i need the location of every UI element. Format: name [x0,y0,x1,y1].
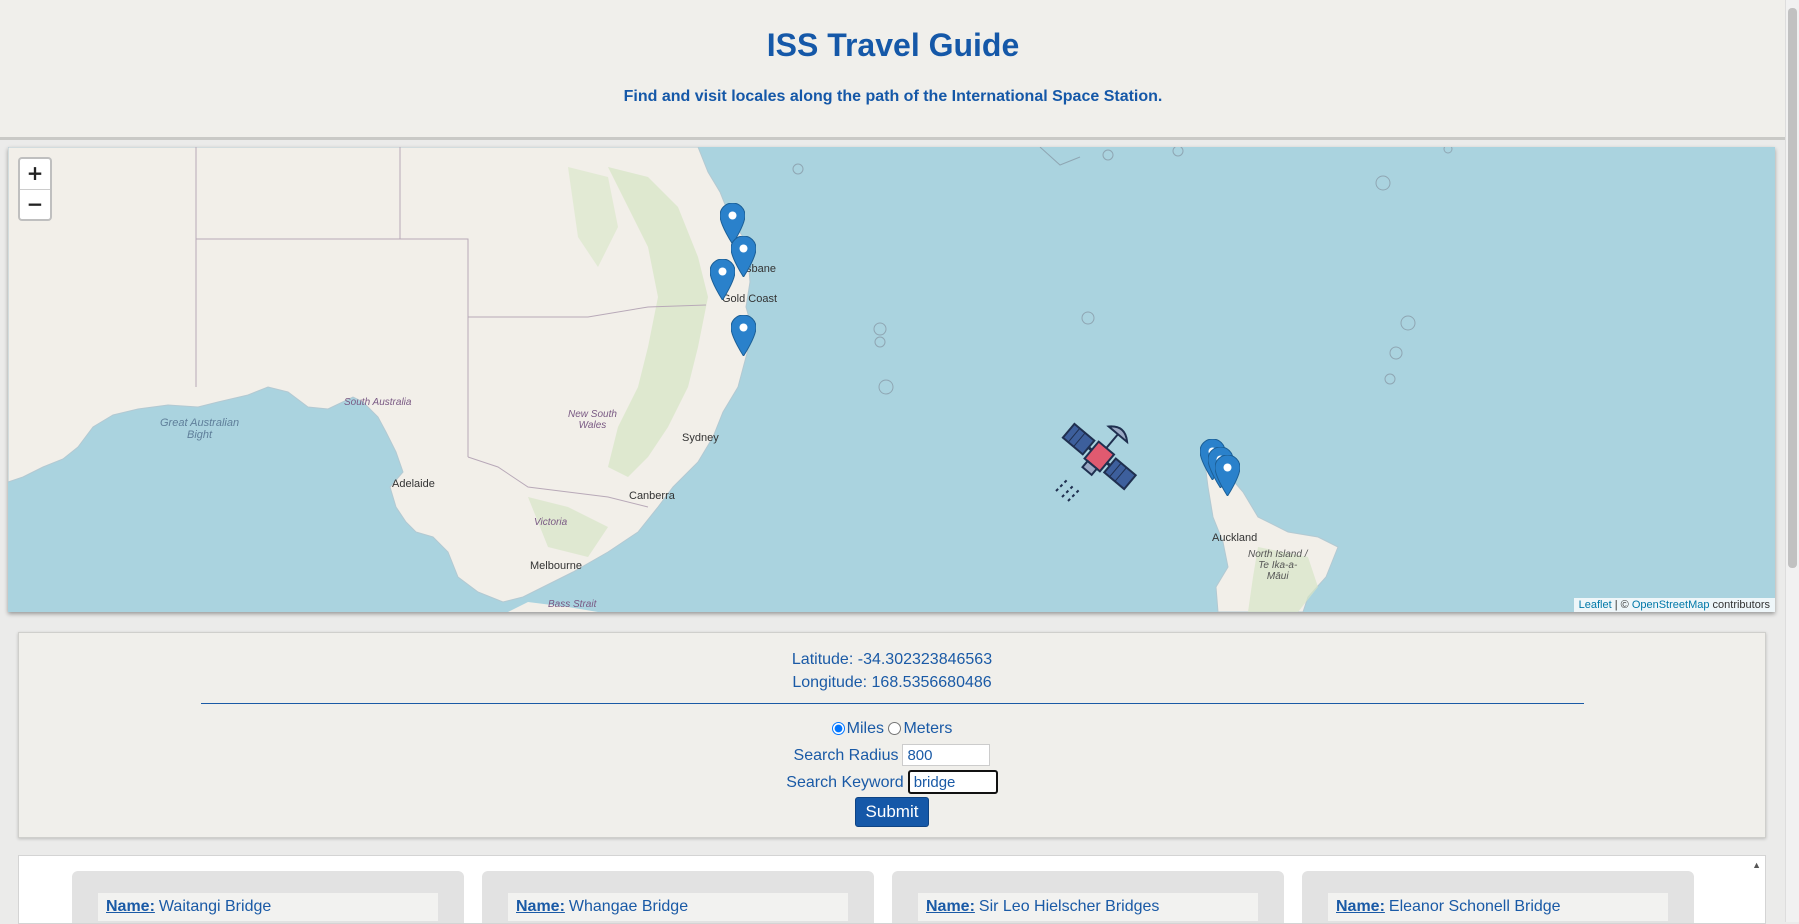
keyword-row: Search Keyword [19,770,1765,794]
latitude-label: Latitude: [791,651,854,668]
submit-button[interactable]: Submit [855,797,929,827]
map-label-sydney: Sydney [682,432,719,444]
map-label-bass-strait: Bass Strait [548,599,597,610]
satellite-icon [1055,422,1138,502]
radius-row: Search Radius [19,744,1765,766]
map-label-auckland: Auckland [1212,532,1258,544]
result-card[interactable]: Name: Whangae Bridge [482,871,874,923]
map-label-melbourne: Melbourne [530,560,582,572]
zoom-in-button[interactable]: + [20,159,50,190]
latitude-value: -34.302323846563 [857,651,993,668]
longitude-readout: Longitude: 168.5356680486 [19,671,1765,694]
result-card[interactable]: Name: Sir Leo Hielscher Bridges [892,871,1284,923]
page-scrollbar[interactable] [1785,0,1799,922]
map-label-new-south-wales: New South Wales [568,409,617,431]
attribution-contributors: contributors [1709,599,1770,611]
result-name-value: Waitangi Bridge [158,898,272,915]
divider [201,703,1584,704]
result-name: Name: Waitangi Bridge [98,893,438,921]
meters-label: Meters [903,720,953,737]
page-header: ISS Travel Guide Find and visit locales … [0,0,1786,140]
iss-coordinates: Latitude: -34.302323846563 Longitude: 16… [19,648,1765,694]
map-marker-icon[interactable] [1215,455,1240,496]
result-name: Name: Whangae Bridge [508,893,848,921]
keyword-label: Search Keyword [786,773,904,791]
keyword-input[interactable] [907,770,998,794]
latitude-readout: Latitude: -34.302323846563 [19,648,1765,671]
radius-label: Search Radius [793,746,899,764]
name-label[interactable]: Name: [106,898,155,915]
zoom-out-button[interactable]: − [20,190,50,219]
page-title: ISS Travel Guide [766,27,1020,63]
iss-map[interactable]: + − Gold Coast sbane Sydney Canberra Mel… [8,147,1775,612]
map-label-canberra: Canberra [629,490,675,502]
result-name-value: Sir Leo Hielscher Bridges [978,898,1160,915]
name-label[interactable]: Name: [926,898,975,915]
longitude-value: 168.5356680486 [871,674,992,691]
unit-selector: Miles Meters [19,720,1765,738]
attribution-separator: | © [1611,599,1632,611]
result-name-value: Whangae Bridge [568,898,689,915]
map-label-victoria: Victoria [534,517,568,528]
miles-radio[interactable] [831,722,845,735]
scrollbar-thumb[interactable] [1788,8,1797,568]
result-card[interactable]: Name: Eleanor Schonell Bridge [1302,871,1694,923]
map-label-great-australian-bight: Great Australian Bight [160,417,240,441]
map-tiles [8,147,1453,612]
map-label-adelaide: Adelaide [392,478,435,490]
leaflet-link[interactable]: Leaflet [1579,599,1612,611]
radius-input[interactable] [902,744,991,766]
map-marker-icon[interactable] [710,259,735,300]
map-label-north-island: North Island / Te Ika-a- Māui [1248,549,1308,582]
longitude-label: Longitude: [792,674,868,691]
map-marker-icon[interactable] [731,315,756,356]
result-card[interactable]: Name: Waitangi Bridge [72,871,464,923]
zoom-control: + − [18,157,52,221]
page-subtitle: Find and visit locales along the path of… [623,88,1163,105]
map-attribution: Leaflet | © OpenStreetMap contributors [1573,598,1775,612]
name-label[interactable]: Name: [516,898,565,915]
result-name: Name: Eleanor Schonell Bridge [1328,893,1668,921]
openstreetmap-link[interactable]: OpenStreetMap [1632,599,1710,611]
name-label[interactable]: Name: [1336,898,1385,915]
scroll-up-icon[interactable]: ▲ [1752,860,1761,870]
result-name: Name: Sir Leo Hielscher Bridges [918,893,1258,921]
meters-radio[interactable] [888,722,902,735]
miles-label: Miles [846,720,884,737]
search-panel: Latitude: -34.302323846563 Longitude: 16… [18,632,1766,838]
map-label-south-australia: South Australia [344,397,412,408]
result-name-value: Eleanor Schonell Bridge [1388,898,1561,915]
results-list[interactable]: ▲ Name: Waitangi Bridge Name: Whangae Brid… [18,855,1766,924]
